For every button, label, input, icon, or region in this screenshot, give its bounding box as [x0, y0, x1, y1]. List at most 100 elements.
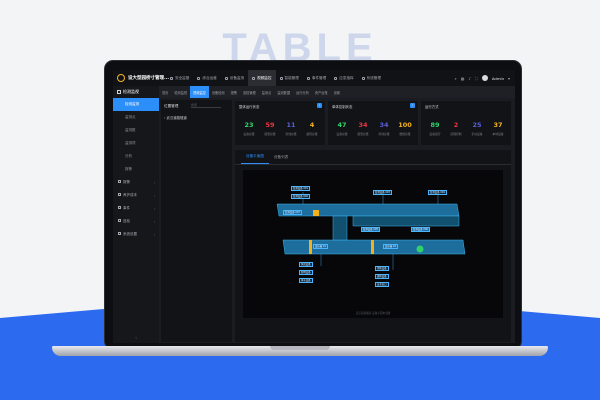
tab-monitoring[interactable]: 检测监视	[171, 86, 190, 98]
tab-floor-plan[interactable]: 设备平面图	[241, 150, 269, 164]
diagram-label[interactable]: 安全出口	[375, 282, 389, 287]
topnav-item-equipment[interactable]: 设备监测	[221, 70, 248, 86]
bell-icon	[118, 180, 121, 183]
sidebar-group-maintenance[interactable]: 养护成本 ›	[113, 189, 159, 202]
bell-icon[interactable]: ♪	[469, 76, 472, 81]
sidebar: 检测监视 检测监测 监测点 监测数 监测项 分析 报警 报警 › 养护成本 › 事件…	[113, 86, 159, 343]
diagram-label[interactable]: 监测设备 002	[291, 194, 310, 199]
diagram-label[interactable]: 风机设备	[299, 262, 313, 267]
gear-icon	[118, 232, 121, 235]
grid-icon[interactable]: ▦	[461, 76, 465, 81]
top-nav: 安全监管 综合运营 设备监测 视频监控 智能管理 事件管理 应急指挥 系统管理	[166, 70, 385, 86]
tab-points[interactable]: 监测点	[259, 86, 275, 98]
stat-item: 100 数据总量	[393, 121, 417, 136]
sidebar-item-count[interactable]: 监测数	[113, 124, 159, 137]
main-panel: 设备平面图 设备列表 监测设备 001 监测设备 002 监测设备 003 监测…	[235, 150, 511, 342]
sidebar-item-monitoring[interactable]: 检测监测	[113, 98, 159, 111]
search-icon[interactable]: ⌕	[454, 76, 456, 81]
nav-icon	[279, 76, 283, 80]
user-name[interactable]: Admin	[492, 76, 504, 81]
device-marker	[313, 210, 319, 216]
diagram-label[interactable]: 监测设备 001	[291, 186, 310, 191]
stat-label: 故障总量	[306, 132, 318, 136]
tab-equipment[interactable]: 设备检测	[209, 86, 228, 98]
nav-icon	[252, 76, 256, 80]
logo-icon	[117, 74, 125, 82]
nav-icon	[361, 76, 365, 80]
topnav-item-video[interactable]: 视频监控	[248, 70, 276, 86]
diagram-label[interactable]: 变压器 01	[313, 244, 328, 249]
header-tools: ⌕ ▦ ♪ ⛶ Admin ▾	[454, 75, 515, 81]
avatar[interactable]	[481, 75, 488, 81]
stat-value: 100	[398, 121, 412, 129]
topnav-item-emergency[interactable]: 应急指挥	[330, 70, 357, 86]
sidebar-item-analysis[interactable]: 分析	[113, 150, 159, 163]
fullscreen-icon[interactable]: ⛶	[475, 76, 478, 81]
collapse-sidebar-button[interactable]: ‹	[113, 335, 159, 340]
nav-icon	[224, 76, 228, 80]
diagram-label[interactable]: 监测设备 003	[373, 190, 392, 195]
tab-home[interactable]: 首页	[159, 86, 171, 98]
clipboard-icon	[118, 219, 121, 222]
tunnel-diagram: 监测设备 001 监测设备 002 监测设备 003 监测设备 004 监测设备…	[243, 170, 503, 318]
tab-device-list[interactable]: 设备列表	[269, 150, 293, 164]
diagram-label[interactable]: 监测设备 004	[428, 190, 447, 195]
tree-search-input[interactable]: 搜索	[191, 103, 221, 108]
card-title: 单体控制状态	[332, 105, 353, 109]
chevron-right-icon: ›	[153, 206, 155, 211]
tab-settings[interactable]: 设置	[331, 86, 343, 98]
device-marker	[371, 240, 374, 254]
stat-item: 37 本地设备	[486, 121, 510, 136]
tunnel-upper-right	[352, 215, 460, 227]
stat-label: 本地设备	[492, 132, 504, 136]
main-tabs: 设备平面图 设备列表	[235, 150, 511, 165]
diagram-label[interactable]: 消防设备	[375, 266, 389, 271]
tab-analysis[interactable]: 运行分析	[293, 86, 312, 98]
tab-video[interactable]: 视频监控	[190, 86, 209, 98]
sidebar-group-inspection[interactable]: 巡检 ›	[113, 215, 159, 228]
topnav-item-operation[interactable]: 综合运营	[193, 70, 220, 86]
topnav-item-system[interactable]: 系统管理	[358, 70, 385, 86]
diagram-label[interactable]: 监测设备 005	[361, 227, 380, 232]
sidebar-group-event[interactable]: 事件 ›	[113, 202, 159, 215]
wrench-icon	[118, 193, 121, 196]
diagram-label[interactable]: 通风设备	[375, 274, 389, 279]
sidebar-item-point[interactable]: 监测点	[113, 111, 159, 124]
sidebar-item-metric[interactable]: 监测项	[113, 137, 159, 150]
topnav-item-smart[interactable]: 智能管理	[276, 70, 303, 86]
stat-value: 4	[309, 121, 315, 129]
nav-icon	[334, 76, 338, 80]
tunnel-upper-left	[276, 203, 460, 217]
card-title: 运行方式	[425, 105, 439, 109]
tree-node[interactable]: › 武汉道路隧道	[161, 113, 232, 122]
chevron-right-icon: ›	[153, 232, 155, 237]
diagram-label[interactable]: 排水设备	[299, 278, 313, 283]
stat-card-control: 单体控制状态 i 47 设备总量 34 报警总量 34 离线总量 100 数据总量	[328, 101, 418, 145]
fan-icon	[416, 245, 424, 253]
diagram-label[interactable]: 变压器 02	[383, 244, 398, 249]
stat-label: 数据总量	[399, 132, 411, 136]
sidebar-group-alarm[interactable]: 报警 ›	[113, 176, 159, 189]
tab-inspection[interactable]: 巡检管理	[240, 86, 259, 98]
device-marker	[309, 240, 312, 254]
laptop-notch	[270, 346, 330, 350]
diagram-label[interactable]: 监测设备 007	[283, 210, 302, 215]
chevron-down-icon[interactable]: ▾	[508, 76, 510, 81]
tab-assets[interactable]: 资产台账	[312, 86, 331, 98]
sidebar-item-alarm[interactable]: 报警	[113, 163, 159, 176]
sidebar-header[interactable]: 检测监视	[113, 86, 159, 98]
diagram-label[interactable]: 监测设备 006	[411, 227, 430, 232]
tab-alarm[interactable]: 报警	[228, 86, 240, 98]
diagram-label[interactable]: 照明设备	[299, 270, 313, 275]
topnav-item-event[interactable]: 事件管理	[303, 70, 330, 86]
info-icon[interactable]: i	[410, 103, 415, 108]
flag-icon	[118, 206, 121, 209]
info-icon[interactable]: i	[317, 103, 322, 108]
sidebar-group-settings[interactable]: 系统设置 ›	[113, 228, 159, 241]
stat-value: 37	[493, 121, 503, 129]
monitor-icon	[117, 90, 121, 94]
app-header: 设大型园桥寸管理... 安全监管 综合运营 设备监测 视频监控 智能管理 事件管…	[113, 70, 515, 86]
topnav-item-safety[interactable]: 安全监管	[166, 70, 193, 86]
tab-data[interactable]: 监测数据	[274, 86, 293, 98]
nav-icon	[170, 76, 173, 80]
